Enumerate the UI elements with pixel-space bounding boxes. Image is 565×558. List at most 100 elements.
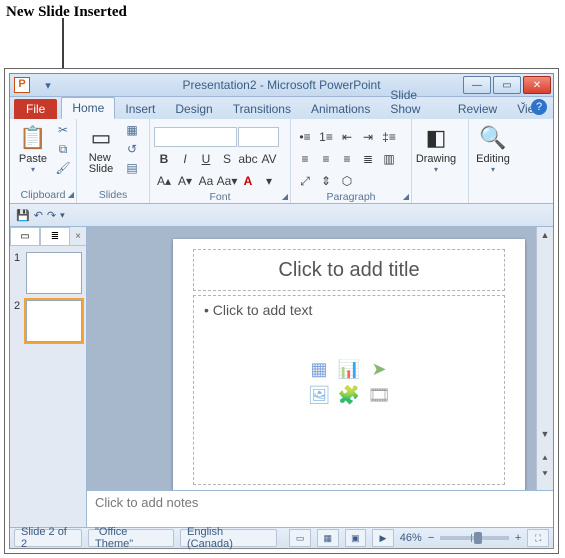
tab-insert[interactable]: Insert (115, 99, 165, 119)
qat-dropdown-icon[interactable]: ▾ (60, 210, 65, 221)
next-slide-icon[interactable]: ⯆ (537, 466, 553, 482)
dialog-launcher-icon[interactable]: ◢ (282, 192, 288, 201)
reset-icon[interactable]: ↺ (123, 140, 141, 158)
justify-button[interactable]: ≣ (358, 149, 378, 169)
insert-picture-icon[interactable]: 🖼 (306, 384, 332, 406)
slide-thumb-image (26, 252, 82, 294)
status-bar: Slide 2 of 2 "Office Theme" English (Can… (10, 527, 553, 548)
normal-view-icon[interactable]: ▭ (289, 529, 311, 547)
figure-frame: P ▾ Presentation2 - Microsoft PowerPoint… (4, 68, 559, 554)
dialog-launcher-icon[interactable]: ◢ (403, 192, 409, 201)
reading-view-icon[interactable]: ▣ (345, 529, 367, 547)
font-size-select[interactable] (238, 127, 279, 147)
char-spacing-button[interactable]: AV (259, 149, 279, 169)
highlight-button[interactable]: ▾ (259, 171, 279, 191)
insert-media-icon[interactable]: 🎞 (366, 384, 392, 406)
strike-button[interactable]: S (217, 149, 237, 169)
status-language[interactable]: English (Canada) (180, 529, 277, 547)
change-case-button[interactable]: Aa▾ (217, 171, 237, 191)
line-spacing-button[interactable]: ‡≡ (379, 127, 399, 147)
thumbnail-slide-1[interactable]: 1 (14, 252, 82, 294)
tab-design[interactable]: Design (165, 99, 222, 119)
cut-icon[interactable]: ✂ (54, 121, 72, 139)
group-font: B I U S abc AV A▴ A▾ Aa Aa▾ A ▾ Font◢ (150, 119, 291, 203)
layout-icon[interactable]: ▦ (123, 121, 141, 139)
insert-chart-icon[interactable]: 📊 (336, 358, 362, 380)
align-right-button[interactable]: ≡ (337, 149, 357, 169)
clipboard-icon: 📋 (19, 123, 46, 153)
title-placeholder[interactable]: Click to add title (193, 249, 505, 291)
tab-animations[interactable]: Animations (301, 99, 380, 119)
close-button[interactable]: ✕ (523, 76, 551, 94)
tab-file[interactable]: File (14, 99, 57, 119)
redo-icon[interactable]: ↷ (47, 209, 56, 222)
bullets-button[interactable]: •≡ (295, 127, 315, 147)
clear-format-button[interactable]: Aa (196, 171, 216, 191)
bold-button[interactable]: B (154, 149, 174, 169)
tab-review[interactable]: Review (448, 99, 507, 119)
zoom-slider-thumb[interactable] (474, 532, 482, 544)
group-clipboard: 📋 Paste ▾ ✂ ⧉ 🖌 Clipboard◢ (10, 119, 77, 203)
thumbnail-slide-2[interactable]: 2 (14, 300, 82, 342)
font-family-select[interactable] (154, 127, 237, 147)
notes-pane[interactable]: Click to add notes (87, 490, 553, 527)
vertical-scrollbar[interactable]: ▲ ▼ ⯅ ⯆ (536, 227, 553, 490)
section-icon[interactable]: ▤ (123, 159, 141, 177)
increase-indent-button[interactable]: ⇥ (358, 127, 378, 147)
tab-transitions[interactable]: Transitions (223, 99, 301, 119)
text-direction-button[interactable]: ⤢ (295, 171, 315, 191)
help-icon[interactable]: ? (531, 99, 547, 115)
scroll-down-icon[interactable]: ▼ (537, 426, 553, 442)
grow-font-button[interactable]: A▴ (154, 171, 174, 191)
editing-label: Editing (476, 153, 510, 165)
insert-table-icon[interactable]: ▦ (306, 358, 332, 380)
shrink-font-button[interactable]: A▾ (175, 171, 195, 191)
new-slide-icon: ▭ (91, 123, 112, 153)
format-painter-icon[interactable]: 🖌 (54, 159, 72, 177)
italic-button[interactable]: I (175, 149, 195, 169)
paste-button[interactable]: 📋 Paste ▾ (14, 121, 52, 174)
underline-button[interactable]: U (196, 149, 216, 169)
sorter-view-icon[interactable]: ▦ (317, 529, 339, 547)
zoom-out-button[interactable]: − (428, 532, 434, 544)
qat-dropdown-icon[interactable]: ▾ (38, 76, 58, 94)
slides-tab-icon[interactable]: ▭ (10, 227, 40, 245)
drawing-button[interactable]: ◧ Drawing ▾ (416, 121, 456, 174)
dialog-launcher-icon[interactable]: ◢ (68, 190, 74, 199)
align-text-button[interactable]: ⇕ (316, 171, 336, 191)
tab-home[interactable]: Home (61, 97, 115, 119)
prev-slide-icon[interactable]: ⯅ (537, 450, 553, 466)
new-slide-button[interactable]: ▭ New Slide (81, 121, 121, 175)
insert-clipart-icon[interactable]: 🧩 (336, 384, 362, 406)
insert-smartart-icon[interactable]: ➤ (366, 358, 392, 380)
slide-thumb-image (26, 300, 82, 342)
columns-button[interactable]: ▥ (379, 149, 399, 169)
minimize-button[interactable]: — (463, 76, 491, 94)
zoom-in-button[interactable]: + (515, 532, 521, 544)
editing-button[interactable]: 🔍 Editing ▾ (473, 121, 513, 174)
slide-editor: Click to add title • Click to add text ▦… (87, 227, 553, 527)
tab-slideshow[interactable]: Slide Show (380, 85, 447, 119)
font-color-button[interactable]: A (238, 171, 258, 191)
content-placeholder[interactable]: • Click to add text ▦ 📊 ➤ 🖼 🧩 🎞 (193, 295, 505, 485)
scroll-up-icon[interactable]: ▲ (537, 227, 553, 243)
close-pane-icon[interactable]: × (70, 227, 86, 245)
slideshow-view-icon[interactable]: ▶ (372, 529, 394, 547)
zoom-slider[interactable] (440, 536, 509, 540)
outline-tab-icon[interactable]: ≣ (40, 227, 70, 245)
ribbon-minimize-icon[interactable]: ˇ (521, 100, 525, 114)
smartart-button[interactable]: ⬡ (337, 171, 357, 191)
slide-canvas[interactable]: Click to add title • Click to add text ▦… (173, 239, 525, 490)
shadow-button[interactable]: abc (238, 149, 258, 169)
find-icon: 🔍 (479, 123, 506, 153)
decrease-indent-button[interactable]: ⇤ (337, 127, 357, 147)
undo-icon[interactable]: ↶ (34, 209, 43, 222)
powerpoint-icon: P (14, 77, 30, 93)
align-left-button[interactable]: ≡ (295, 149, 315, 169)
align-center-button[interactable]: ≡ (316, 149, 336, 169)
maximize-button[interactable]: ▭ (493, 76, 521, 94)
save-icon[interactable]: 💾 (16, 209, 30, 222)
fit-window-icon[interactable]: ⛶ (527, 529, 549, 547)
numbering-button[interactable]: 1≡ (316, 127, 336, 147)
copy-icon[interactable]: ⧉ (54, 140, 72, 158)
